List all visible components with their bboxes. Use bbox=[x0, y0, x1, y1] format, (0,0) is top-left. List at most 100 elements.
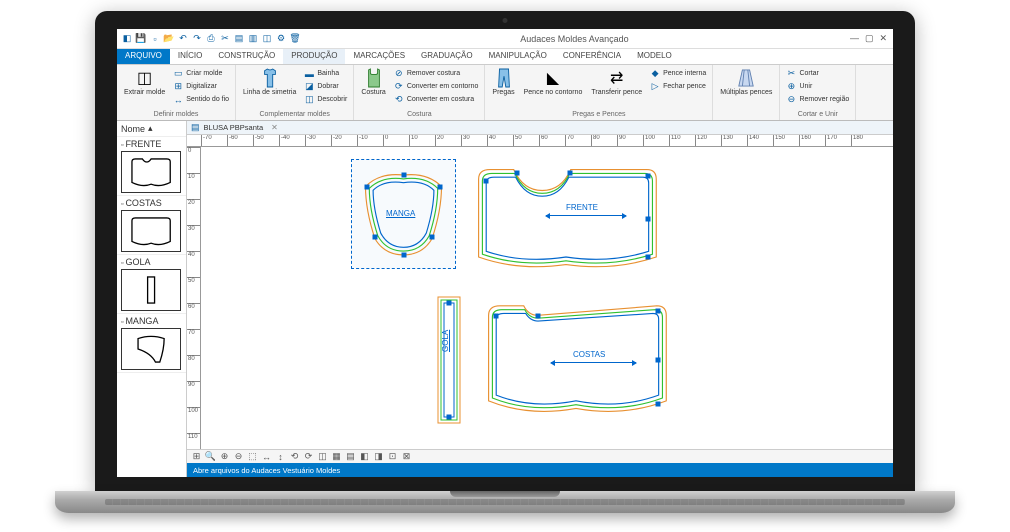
costura-button[interactable]: Costura bbox=[358, 67, 389, 97]
tool-icon[interactable]: ◧ bbox=[359, 451, 370, 462]
unir-button[interactable]: ⊕Unir bbox=[784, 80, 851, 93]
thumb-frente bbox=[121, 151, 181, 193]
save-icon[interactable]: 💾 bbox=[135, 33, 147, 45]
window-title: Audaces Moldes Avançado bbox=[305, 34, 844, 44]
pregas-button[interactable]: Pregas bbox=[489, 67, 517, 97]
converter-costura-button[interactable]: ⟲Converter em costura bbox=[392, 93, 481, 106]
minimize-icon[interactable]: — bbox=[850, 33, 859, 44]
descobrir-button[interactable]: ◫Descobrir bbox=[302, 93, 349, 106]
linha-simetria-button[interactable]: Linha de simetria bbox=[240, 67, 299, 97]
cut-icon[interactable]: ✂ bbox=[219, 33, 231, 45]
tab-marcacoes[interactable]: MARCAÇÕES bbox=[345, 49, 413, 64]
piece-panel: Nome▴ ▫ FRENTE ▫ COSTAS ▫ GOLA ▫ MANGA bbox=[117, 121, 187, 477]
maximize-icon[interactable]: ▢ bbox=[865, 33, 874, 44]
title-bar: ◧ 💾 ▫ 📂 ↶ ↷ ⎙ ✂ ▤ ▥ ◫ ⚙ 🗑 Audaces Moldes… bbox=[117, 29, 893, 49]
tool-icon[interactable]: ⬚ bbox=[247, 451, 258, 462]
bainha-button[interactable]: ▬Bainha bbox=[302, 67, 349, 80]
tab-arquivo[interactable]: ARQUIVO bbox=[117, 49, 170, 64]
piece-frente[interactable] bbox=[471, 159, 661, 279]
remove-region-icon: ⊖ bbox=[786, 95, 796, 105]
undo-icon[interactable]: ↶ bbox=[177, 33, 189, 45]
create-icon: ▭ bbox=[173, 69, 183, 79]
remover-costura-button[interactable]: ⊘Remover costura bbox=[392, 67, 481, 80]
grainline-costas bbox=[551, 362, 636, 363]
label-manga: MANGA bbox=[386, 209, 415, 218]
tab-inicio[interactable]: INÍCIO bbox=[170, 49, 210, 64]
digitalizar-button[interactable]: ⊞Digitalizar bbox=[171, 80, 231, 93]
tool-icon[interactable]: ⟳ bbox=[303, 451, 314, 462]
group-complementar: Linha de simetria ▬Bainha ◪Dobrar ◫Desco… bbox=[236, 65, 354, 120]
tool-icon[interactable]: ⊞ bbox=[191, 451, 202, 462]
tab-producao[interactable]: PRODUÇÃO bbox=[283, 49, 345, 64]
pence-contorno-button[interactable]: ◣ Pence no contorno bbox=[521, 67, 586, 97]
quick-access-toolbar: ◧ 💾 ▫ 📂 ↶ ↷ ⎙ ✂ ▤ ▥ ◫ ⚙ 🗑 bbox=[117, 33, 305, 45]
grain-icon: ↔ bbox=[173, 95, 183, 105]
canvas[interactable]: MANGA FRENTE bbox=[201, 147, 893, 449]
group-cortar: ✂Cortar ⊕Unir ⊖Remover região Cortar e U… bbox=[780, 65, 856, 120]
panel-header[interactable]: Nome▴ bbox=[117, 121, 186, 137]
tool-icon[interactable]: ▦ bbox=[331, 451, 342, 462]
transferir-pence-button[interactable]: ⇄ Transferir pence bbox=[588, 67, 645, 97]
tab-manipulacao[interactable]: MANIPULAÇÃO bbox=[481, 49, 555, 64]
ribbon: ◫ Extrair molde ▭Criar molde ⊞Digitaliza… bbox=[117, 65, 893, 121]
convert-icon: ⟳ bbox=[394, 82, 404, 92]
multiplas-pences-button[interactable]: Múltiplas pences bbox=[717, 67, 775, 97]
tool-icon[interactable]: ⊡ bbox=[387, 451, 398, 462]
piece-item-gola[interactable]: ▫ GOLA bbox=[117, 255, 186, 314]
delete-icon[interactable]: 🗑 bbox=[289, 33, 301, 45]
criar-molde-button[interactable]: ▭Criar molde bbox=[171, 67, 231, 80]
tool-icon[interactable]: ◨ bbox=[373, 451, 384, 462]
tool-icon[interactable]: ◫ bbox=[261, 33, 273, 45]
tool-icon[interactable]: ⟲ bbox=[289, 451, 300, 462]
print-icon[interactable]: ⎙ bbox=[205, 33, 217, 45]
tool-icon[interactable]: ▥ bbox=[247, 33, 259, 45]
tab-graduacao[interactable]: GRADUAÇÃO bbox=[413, 49, 481, 64]
document-tab[interactable]: ▤ BLUSA PBPsanta ✕ bbox=[187, 121, 893, 135]
piece-item-frente[interactable]: ▫ FRENTE bbox=[117, 137, 186, 196]
tool-icon[interactable]: ↔ bbox=[261, 451, 272, 462]
redo-icon[interactable]: ↷ bbox=[191, 33, 203, 45]
tool-icon[interactable]: ◫ bbox=[317, 451, 328, 462]
settings-icon[interactable]: ⚙ bbox=[275, 33, 287, 45]
piece-costas[interactable] bbox=[481, 295, 671, 425]
tool-icon[interactable]: 🔍 bbox=[205, 451, 216, 462]
open-icon[interactable]: 📂 bbox=[163, 33, 175, 45]
pence-interna-button[interactable]: ◆Pence interna bbox=[648, 67, 708, 80]
piece-item-manga[interactable]: ▫ MANGA bbox=[117, 314, 186, 373]
sentido-fio-button[interactable]: ↔Sentido do fio bbox=[171, 93, 231, 106]
remover-regiao-button[interactable]: ⊖Remover região bbox=[784, 93, 851, 106]
tool-icon[interactable]: ⊕ bbox=[219, 451, 230, 462]
cortar-button[interactable]: ✂Cortar bbox=[784, 67, 851, 80]
converter-contorno-button[interactable]: ⟳Converter em contorno bbox=[392, 80, 481, 93]
piece-item-costas[interactable]: ▫ COSTAS bbox=[117, 196, 186, 255]
extrair-molde-button[interactable]: ◫ Extrair molde bbox=[121, 67, 168, 97]
hem-icon: ▬ bbox=[304, 69, 314, 79]
tab-construcao[interactable]: CONSTRUÇÃO bbox=[210, 49, 283, 64]
tool-icon[interactable]: ⊖ bbox=[233, 451, 244, 462]
close-icon[interactable]: ✕ bbox=[879, 33, 887, 44]
shirt-icon bbox=[260, 68, 280, 88]
piece-gola[interactable] bbox=[436, 295, 462, 425]
transfer-dart-icon: ⇄ bbox=[607, 68, 627, 88]
tool-icon[interactable]: ⊠ bbox=[401, 451, 412, 462]
fechar-pence-button[interactable]: ▷Fechar pence bbox=[648, 80, 708, 93]
dobrar-button[interactable]: ◪Dobrar bbox=[302, 80, 349, 93]
tool-icon[interactable]: ▤ bbox=[233, 33, 245, 45]
extract-icon: ◫ bbox=[135, 68, 155, 88]
cut-icon: ✂ bbox=[786, 69, 796, 79]
tank-icon bbox=[364, 68, 384, 88]
scan-icon: ⊞ bbox=[173, 82, 183, 92]
ruler-horizontal: -70-60-50-40-30-20-100102030405060708090… bbox=[187, 135, 893, 147]
new-icon[interactable]: ▫ bbox=[149, 33, 161, 45]
dart-contour-icon: ◣ bbox=[543, 68, 563, 88]
tool-icon[interactable]: ↕ bbox=[275, 451, 286, 462]
group-costura: Costura ⊘Remover costura ⟳Converter em c… bbox=[354, 65, 485, 120]
tab-modelo[interactable]: MODELO bbox=[629, 49, 680, 64]
tool-icon[interactable]: ▤ bbox=[345, 451, 356, 462]
label-gola: GOLA bbox=[441, 330, 450, 352]
group-pregas: Pregas ◣ Pence no contorno ⇄ Transferir … bbox=[485, 65, 713, 120]
close-tab-icon[interactable]: ✕ bbox=[271, 123, 278, 132]
remove-seam-icon: ⊘ bbox=[394, 69, 404, 79]
group-definir-moldes: ◫ Extrair molde ▭Criar molde ⊞Digitaliza… bbox=[117, 65, 236, 120]
tab-conferencia[interactable]: CONFERÊNCIA bbox=[555, 49, 629, 64]
